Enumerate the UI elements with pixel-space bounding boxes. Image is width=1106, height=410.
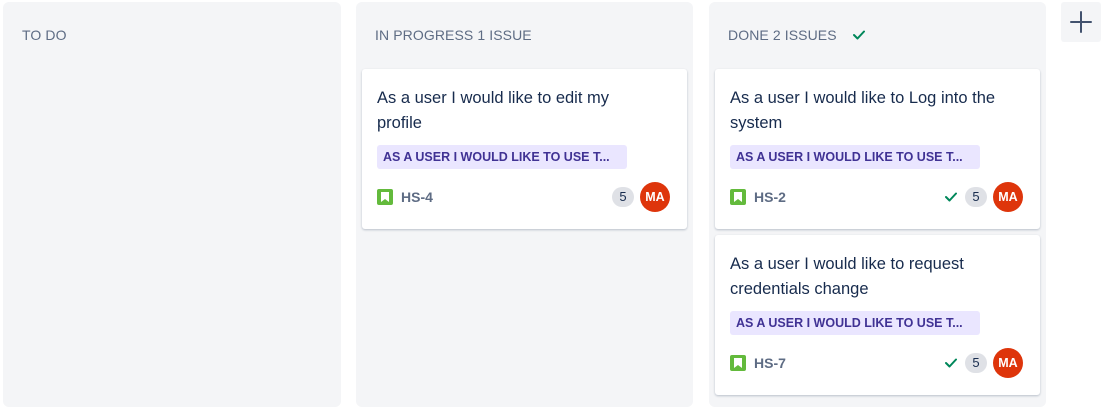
add-column-button[interactable] (1061, 2, 1101, 42)
assignee-avatar[interactable]: MA (993, 182, 1023, 212)
story-bookmark-icon (377, 189, 393, 205)
check-icon (852, 30, 865, 40)
assignee-avatar[interactable]: MA (640, 182, 670, 212)
check-icon (945, 358, 957, 368)
epic-label[interactable]: AS A USER I WOULD LIKE TO USE T... (730, 311, 980, 335)
issue-card[interactable]: As a user I would like to request creden… (715, 235, 1040, 395)
story-bookmark-icon (730, 189, 746, 205)
story-points-badge: 5 (965, 353, 987, 373)
issue-card[interactable]: As a user I would like to edit my profil… (362, 69, 687, 229)
column-header: IN PROGRESS 1 ISSUE (375, 25, 532, 45)
epic-label[interactable]: AS A USER I WOULD LIKE TO USE T... (377, 145, 627, 169)
check-icon (945, 192, 957, 202)
story-points-badge: 5 (965, 187, 987, 207)
story-points-badge: 5 (612, 187, 634, 207)
issue-key[interactable]: HS-2 (754, 189, 786, 205)
issue-key[interactable]: HS-4 (401, 189, 433, 205)
card-summary: As a user I would like to request creden… (730, 255, 964, 298)
card-footer: HS-7 5 MA (730, 348, 1023, 378)
column-done: DONE 2 ISSUES As a user I would like to … (709, 2, 1046, 407)
column-in-progress: IN PROGRESS 1 ISSUE As a user I would li… (356, 2, 693, 407)
column-title: DONE 2 ISSUES (728, 27, 837, 43)
card-footer: HS-2 5 MA (730, 182, 1023, 212)
column-title: TO DO (22, 27, 67, 43)
plus-icon (1070, 11, 1092, 33)
card-summary: As a user I would like to edit my profil… (377, 89, 610, 132)
column-todo: TO DO (3, 2, 341, 407)
assignee-avatar[interactable]: MA (993, 348, 1023, 378)
epic-label[interactable]: AS A USER I WOULD LIKE TO USE T... (730, 145, 980, 169)
issue-card[interactable]: As a user I would like to Log into the s… (715, 69, 1040, 229)
card-summary: As a user I would like to Log into the s… (730, 89, 996, 132)
kanban-board: TO DO IN PROGRESS 1 ISSUE As a user I wo… (0, 0, 1106, 410)
issue-key[interactable]: HS-7 (754, 355, 786, 371)
story-bookmark-icon (730, 355, 746, 371)
column-header: DONE 2 ISSUES (728, 25, 865, 45)
column-header: TO DO (22, 25, 67, 45)
card-footer: HS-4 5 MA (377, 182, 670, 212)
column-title: IN PROGRESS 1 ISSUE (375, 27, 532, 43)
